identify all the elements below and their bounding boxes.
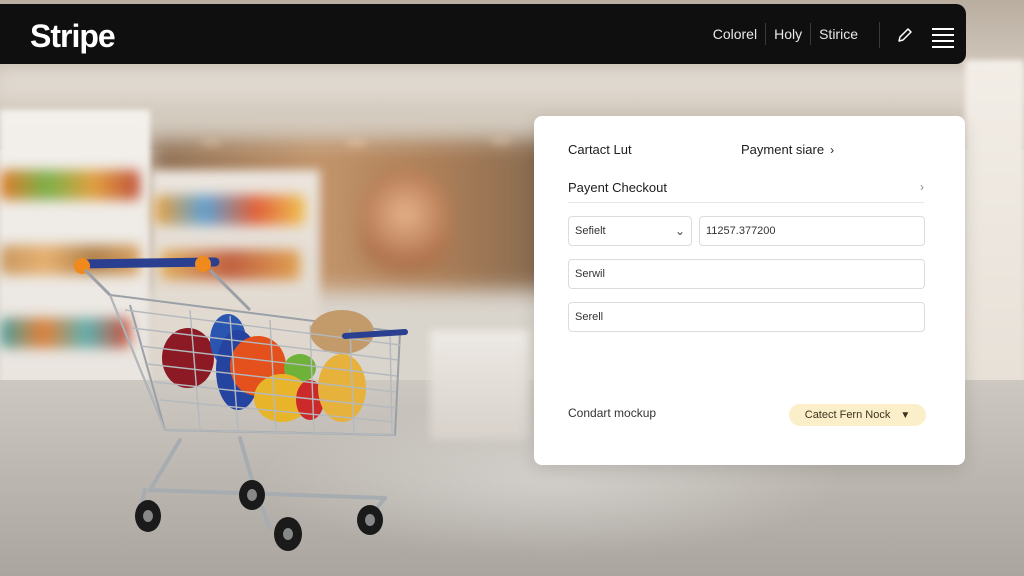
chevron-down-icon: ▼ bbox=[900, 409, 911, 421]
right-wall bbox=[965, 60, 1024, 420]
ceiling-band bbox=[0, 70, 1024, 110]
card-header: Cartact Lut Payment siare › bbox=[568, 142, 938, 162]
payment-link[interactable]: Payment siare › bbox=[741, 142, 834, 157]
select-value: Sefielt bbox=[575, 225, 606, 237]
hamburger-menu-icon[interactable] bbox=[930, 24, 956, 48]
text-field-2[interactable]: Serwil bbox=[568, 259, 925, 289]
chevron-right-icon[interactable]: › bbox=[920, 180, 924, 194]
top-navigation-bar: Stripe Colorel Holy Stirice bbox=[0, 4, 966, 64]
shelf-products bbox=[155, 195, 305, 225]
chevron-down-icon: ⌄ bbox=[674, 224, 685, 238]
nav-link-2[interactable]: Holy bbox=[766, 22, 810, 46]
shopping-cart-icon bbox=[74, 256, 408, 551]
pen-icon[interactable] bbox=[896, 26, 914, 44]
card-header-left: Cartact Lut bbox=[568, 142, 632, 157]
counter bbox=[430, 330, 530, 440]
payment-link-label: Payment siare bbox=[741, 142, 825, 157]
number-field[interactable]: 11257.377200 bbox=[699, 216, 925, 246]
checkout-card: Cartact Lut Payment siare › Payent Checko… bbox=[534, 116, 965, 465]
footer-action-button[interactable]: Catect Fern Nock ▼ bbox=[789, 404, 926, 426]
shopping-cart-image bbox=[70, 250, 420, 560]
footer-label: Condart mockup bbox=[568, 406, 657, 420]
shelf-products bbox=[0, 170, 140, 200]
chevron-right-icon: › bbox=[830, 143, 835, 157]
nav-link-3[interactable]: Stirice bbox=[811, 22, 866, 46]
text-field-3[interactable]: Serell bbox=[568, 302, 925, 332]
brand-logo[interactable]: Stripe bbox=[30, 18, 116, 55]
footer-action-label: Catect Fern Nock bbox=[804, 409, 891, 421]
select-dropdown[interactable]: Sefielt ⌄ bbox=[568, 216, 692, 246]
nav-divider bbox=[879, 22, 880, 48]
section-title: Payent Checkout bbox=[568, 180, 668, 195]
section-divider bbox=[568, 202, 924, 203]
nav-link-1[interactable]: Colorel bbox=[705, 22, 765, 46]
nav-links: Colorel Holy Stirice bbox=[705, 4, 866, 64]
